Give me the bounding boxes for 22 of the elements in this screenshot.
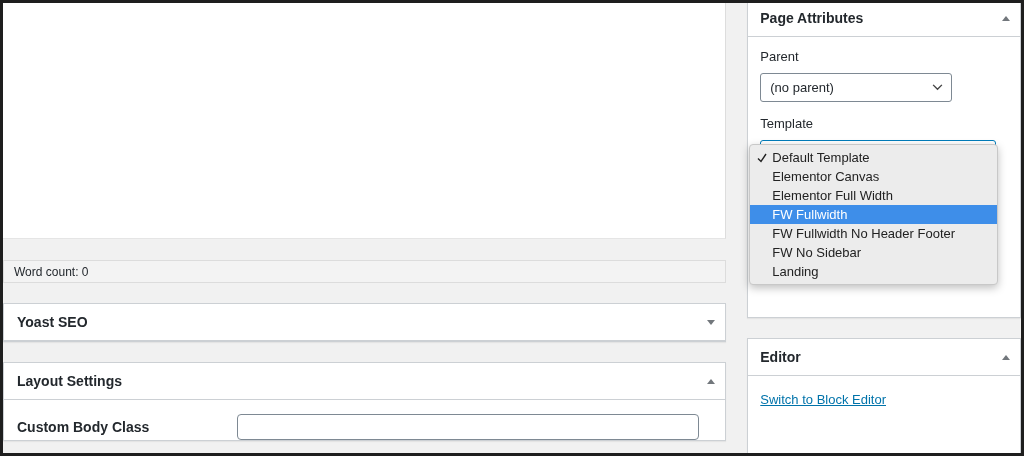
- switch-editor-link[interactable]: Switch to Block Editor: [760, 392, 886, 407]
- toggle-icon[interactable]: [1002, 354, 1010, 360]
- menu-item[interactable]: FW Fullwidth No Header Footer: [750, 224, 998, 243]
- panel-title: Yoast SEO: [17, 314, 88, 330]
- toggle-icon[interactable]: [707, 319, 716, 325]
- toggle-icon[interactable]: [1002, 15, 1010, 21]
- input-field[interactable]: [237, 414, 699, 440]
- field-label: Custom Body Class: [17, 419, 151, 435]
- menu-item[interactable]: Landing: [750, 262, 998, 281]
- toggle-icon[interactable]: [707, 378, 716, 384]
- menu-item[interactable]: Default Template: [750, 148, 998, 167]
- menu-item[interactable]: Elementor Canvas: [750, 167, 998, 186]
- panel-title: Page Attributes: [760, 10, 864, 26]
- menu-item[interactable]: Elementor Full Width: [750, 186, 998, 205]
- menu-item[interactable]: FW No Sidebar: [750, 243, 998, 262]
- parent-dropdown[interactable]: (no parent): [760, 73, 953, 102]
- panel-title: Layout Settings: [17, 373, 122, 389]
- field-label: Parent: [760, 49, 800, 64]
- chevron-icon: [932, 84, 944, 91]
- word-count: Word count: 0: [14, 264, 89, 279]
- panel-title: Editor: [760, 349, 801, 365]
- field-label: Template: [760, 116, 815, 131]
